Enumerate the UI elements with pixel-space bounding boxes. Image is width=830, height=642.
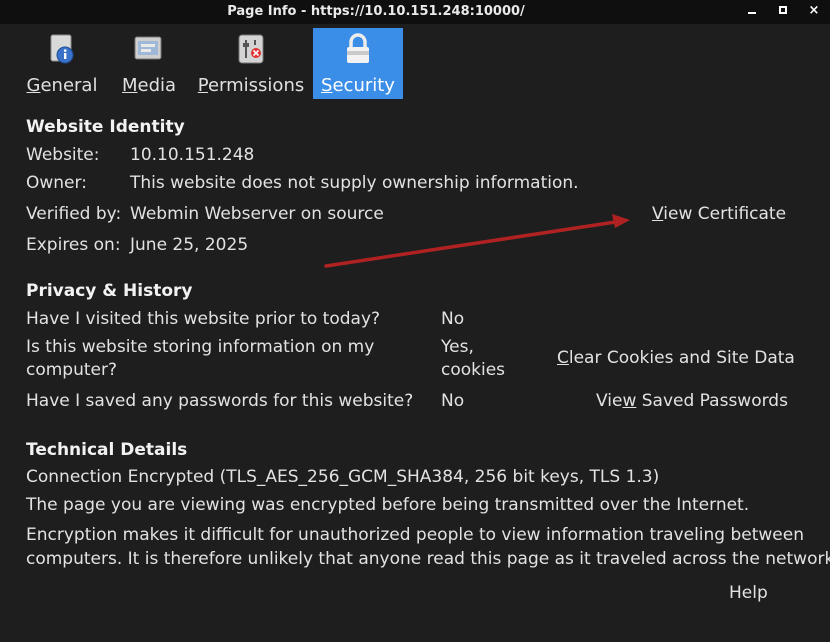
passwords-question: Have I saved any passwords for this webs… — [26, 391, 414, 411]
clear-cookies-button[interactable]: Clear Cookies and Site Data — [557, 348, 795, 368]
encryption-description-line1: Encryption makes it difficult for unauth… — [26, 525, 804, 545]
privacy-history-heading: Privacy & History — [26, 281, 193, 301]
passwords-answer: No — [441, 391, 465, 411]
visited-answer: No — [441, 309, 465, 329]
encryption-status-text: The page you are viewing was encrypted b… — [26, 495, 750, 515]
connection-encrypted-text: Connection Encrypted (TLS_AES_256_GCM_SH… — [26, 467, 660, 487]
technical-details-heading: Technical Details — [26, 440, 188, 460]
encryption-description-line2: computers. It is therefore unlikely that… — [26, 549, 830, 569]
help-button[interactable]: Help — [729, 583, 768, 603]
storing-answer-line2: cookies — [441, 360, 506, 380]
visited-question: Have I visited this website prior to tod… — [26, 309, 381, 329]
view-saved-passwords-button[interactable]: View Saved Passwords — [596, 391, 788, 411]
storing-question-line2: computer? — [26, 360, 118, 380]
storing-answer-line1: Yes, — [441, 337, 474, 357]
storing-question-line1: Is this website storing information on m… — [26, 337, 375, 357]
